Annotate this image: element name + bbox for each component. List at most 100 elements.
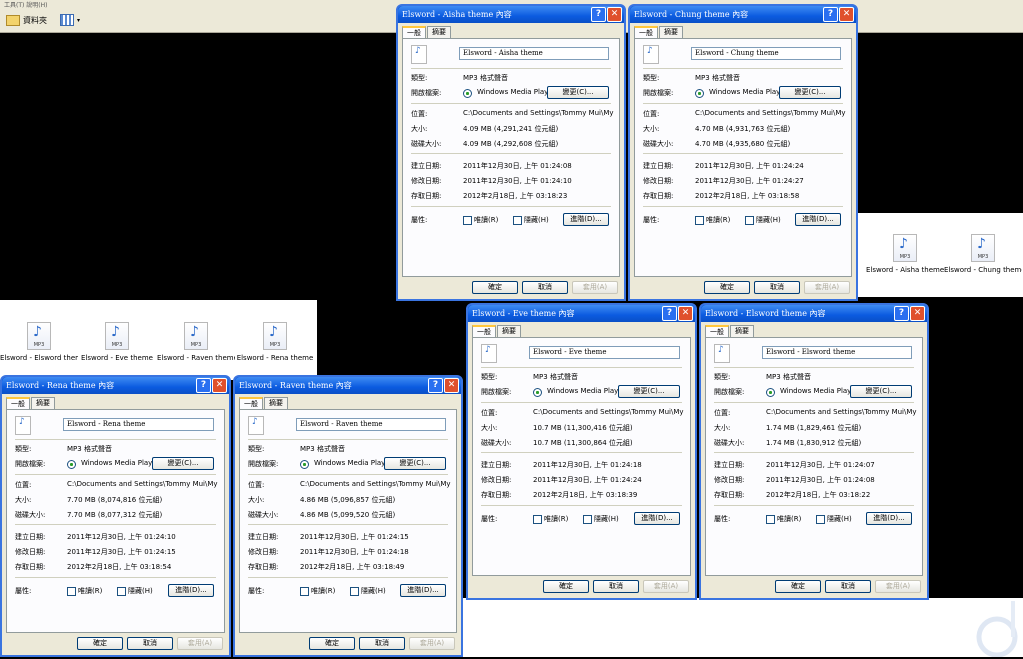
tab-general[interactable]: 一般	[6, 397, 30, 409]
close-button[interactable]: ✕	[212, 378, 227, 393]
file-name: Elsword - Aisha theme	[866, 266, 944, 274]
title-bar: Elsword - Eve theme 內容? ✕	[468, 305, 695, 322]
dialog-title: Elsword - Rena theme 內容	[6, 381, 115, 390]
readonly-checkbox[interactable]: 唯讀(R)	[695, 215, 730, 225]
tab-strip: 一般 摘要	[634, 26, 684, 38]
checkbox-box	[350, 586, 359, 596]
readonly-checkbox[interactable]: 唯讀(R)	[463, 215, 498, 225]
help-button[interactable]: ?	[428, 378, 443, 393]
type-label: 類型:	[248, 445, 265, 453]
title-bar: Elsword - Elsword theme 內容? ✕	[701, 305, 927, 322]
file-item-rena[interactable]: ♪ MP3 Elsword - Rena theme	[236, 322, 314, 362]
file-name-input[interactable]: Elsword - Aisha theme	[459, 47, 609, 60]
change-button[interactable]: 變更(C)...	[779, 86, 841, 99]
help-button[interactable]: ?	[591, 7, 606, 22]
hidden-checkbox[interactable]: 隱藏(H)	[117, 586, 153, 596]
file-name-input[interactable]: Elsword - Eve theme	[529, 346, 680, 359]
advanced-button[interactable]: 進階(D)...	[866, 512, 912, 525]
file-name-input[interactable]: Elsword - Elsword theme	[762, 346, 912, 359]
ok-button[interactable]: 確定	[543, 580, 589, 593]
tab-summary[interactable]: 摘要	[730, 325, 754, 337]
cancel-button[interactable]: 取消	[522, 281, 568, 294]
file-item-eve[interactable]: ♪ MP3 Elsword - Eve theme	[78, 322, 156, 362]
change-button[interactable]: 變更(C)...	[850, 385, 912, 398]
created-value: 2011年12月30日, 上午 01:24:15	[300, 533, 409, 541]
hidden-checkbox[interactable]: 隱藏(H)	[350, 586, 386, 596]
hidden-checkbox[interactable]: 隱藏(H)	[513, 215, 549, 225]
file-name-input[interactable]: Elsword - Raven theme	[296, 418, 446, 431]
mp3-file-icon: ♪ MP3	[263, 322, 287, 350]
help-button[interactable]: ?	[823, 7, 838, 22]
opens-with-app: Windows Media Player	[477, 88, 556, 96]
readonly-checkbox[interactable]: 唯讀(R)	[300, 586, 335, 596]
cancel-button[interactable]: 取消	[359, 637, 405, 650]
ok-button[interactable]: 確定	[775, 580, 821, 593]
close-button[interactable]: ✕	[444, 378, 459, 393]
location-label: 位置:	[15, 481, 32, 489]
accessed-value: 2012年2月18日, 上午 03:18:39	[533, 491, 638, 499]
tab-summary[interactable]: 摘要	[497, 325, 521, 337]
file-item-raven[interactable]: ♪ MP3 Elsword - Raven theme	[157, 322, 235, 362]
tab-strip: 一般 摘要	[6, 397, 56, 409]
hidden-checkbox[interactable]: 隱藏(H)	[583, 514, 619, 524]
general-panel: ♪ Elsword - Rena theme 類型: MP3 格式聲音 開啟檔案: Win…	[6, 409, 225, 633]
close-button[interactable]: ✕	[678, 306, 693, 321]
change-button[interactable]: 變更(C)...	[384, 457, 446, 470]
readonly-checkbox[interactable]: 唯讀(R)	[533, 514, 568, 524]
tab-general[interactable]: 一般	[634, 26, 658, 38]
size-on-disk-value: 1.74 MB (1,830,912 位元組)	[766, 439, 862, 447]
ok-button[interactable]: 確定	[309, 637, 355, 650]
cancel-button[interactable]: 取消	[754, 281, 800, 294]
ok-button[interactable]: 確定	[472, 281, 518, 294]
size-on-disk-value: 4.70 MB (4,935,680 位元組)	[695, 140, 791, 148]
tab-general[interactable]: 一般	[705, 325, 729, 337]
properties-dialog-elsword: Elsword - Elsword theme 內容? ✕ 一般 摘要 ♪ Elsword…	[699, 303, 929, 600]
advanced-button[interactable]: 進階(D)...	[563, 213, 609, 226]
file-name-input[interactable]: Elsword - Rena theme	[63, 418, 214, 431]
checkbox-box	[533, 514, 542, 524]
cancel-button[interactable]: 取消	[593, 580, 639, 593]
separator	[248, 474, 448, 475]
file-name-input[interactable]: Elsword - Chung theme	[691, 47, 841, 60]
file-name: Elsword - Elsword theme	[0, 354, 78, 362]
cancel-button[interactable]: 取消	[825, 580, 871, 593]
hidden-checkbox[interactable]: 隱藏(H)	[745, 215, 781, 225]
close-button[interactable]: ✕	[607, 7, 622, 22]
checkbox-label: 隱藏(H)	[594, 515, 619, 523]
tab-general[interactable]: 一般	[402, 26, 426, 38]
tab-summary[interactable]: 摘要	[31, 397, 55, 409]
advanced-button[interactable]: 進階(D)...	[400, 584, 446, 597]
tab-summary[interactable]: 摘要	[427, 26, 451, 38]
file-item-elsword[interactable]: ♪ MP3 Elsword - Elsword theme	[0, 322, 78, 362]
help-button[interactable]: ?	[894, 306, 909, 321]
tab-general[interactable]: 一般	[239, 397, 263, 409]
readonly-checkbox[interactable]: 唯讀(R)	[766, 514, 801, 524]
accessed-value: 2012年2月18日, 上午 03:18:23	[463, 192, 568, 200]
close-button[interactable]: ✕	[839, 7, 854, 22]
checkbox-box	[117, 586, 126, 596]
menu-bar-fragment: 工具(T) 說明(H)	[4, 2, 48, 9]
tab-general[interactable]: 一般	[472, 325, 496, 337]
help-button[interactable]: ?	[662, 306, 677, 321]
file-item-aisha[interactable]: ♪ MP3 Elsword - Aisha theme	[866, 234, 944, 274]
change-button[interactable]: 變更(C)...	[618, 385, 680, 398]
folders-button[interactable]: 資料夾	[6, 12, 47, 28]
tab-summary[interactable]: 摘要	[264, 397, 288, 409]
file-name: Elsword - Eve theme	[81, 354, 153, 362]
advanced-button[interactable]: 進階(D)...	[795, 213, 841, 226]
ok-button[interactable]: 確定	[704, 281, 750, 294]
hidden-checkbox[interactable]: 隱藏(H)	[816, 514, 852, 524]
views-button[interactable]: ▾	[60, 12, 80, 28]
cancel-button[interactable]: 取消	[127, 637, 173, 650]
change-button[interactable]: 變更(C)...	[547, 86, 609, 99]
advanced-button[interactable]: 進階(D)...	[168, 584, 214, 597]
ok-button[interactable]: 確定	[77, 637, 123, 650]
created-value: 2011年12月30日, 上午 01:24:10	[67, 533, 176, 541]
file-item-chung[interactable]: ♪ MP3 Elsword - Chung theme	[944, 234, 1022, 274]
close-button[interactable]: ✕	[910, 306, 925, 321]
help-button[interactable]: ?	[196, 378, 211, 393]
readonly-checkbox[interactable]: 唯讀(R)	[67, 586, 102, 596]
advanced-button[interactable]: 進階(D)...	[634, 512, 680, 525]
change-button[interactable]: 變更(C)...	[152, 457, 214, 470]
tab-summary[interactable]: 摘要	[659, 26, 683, 38]
